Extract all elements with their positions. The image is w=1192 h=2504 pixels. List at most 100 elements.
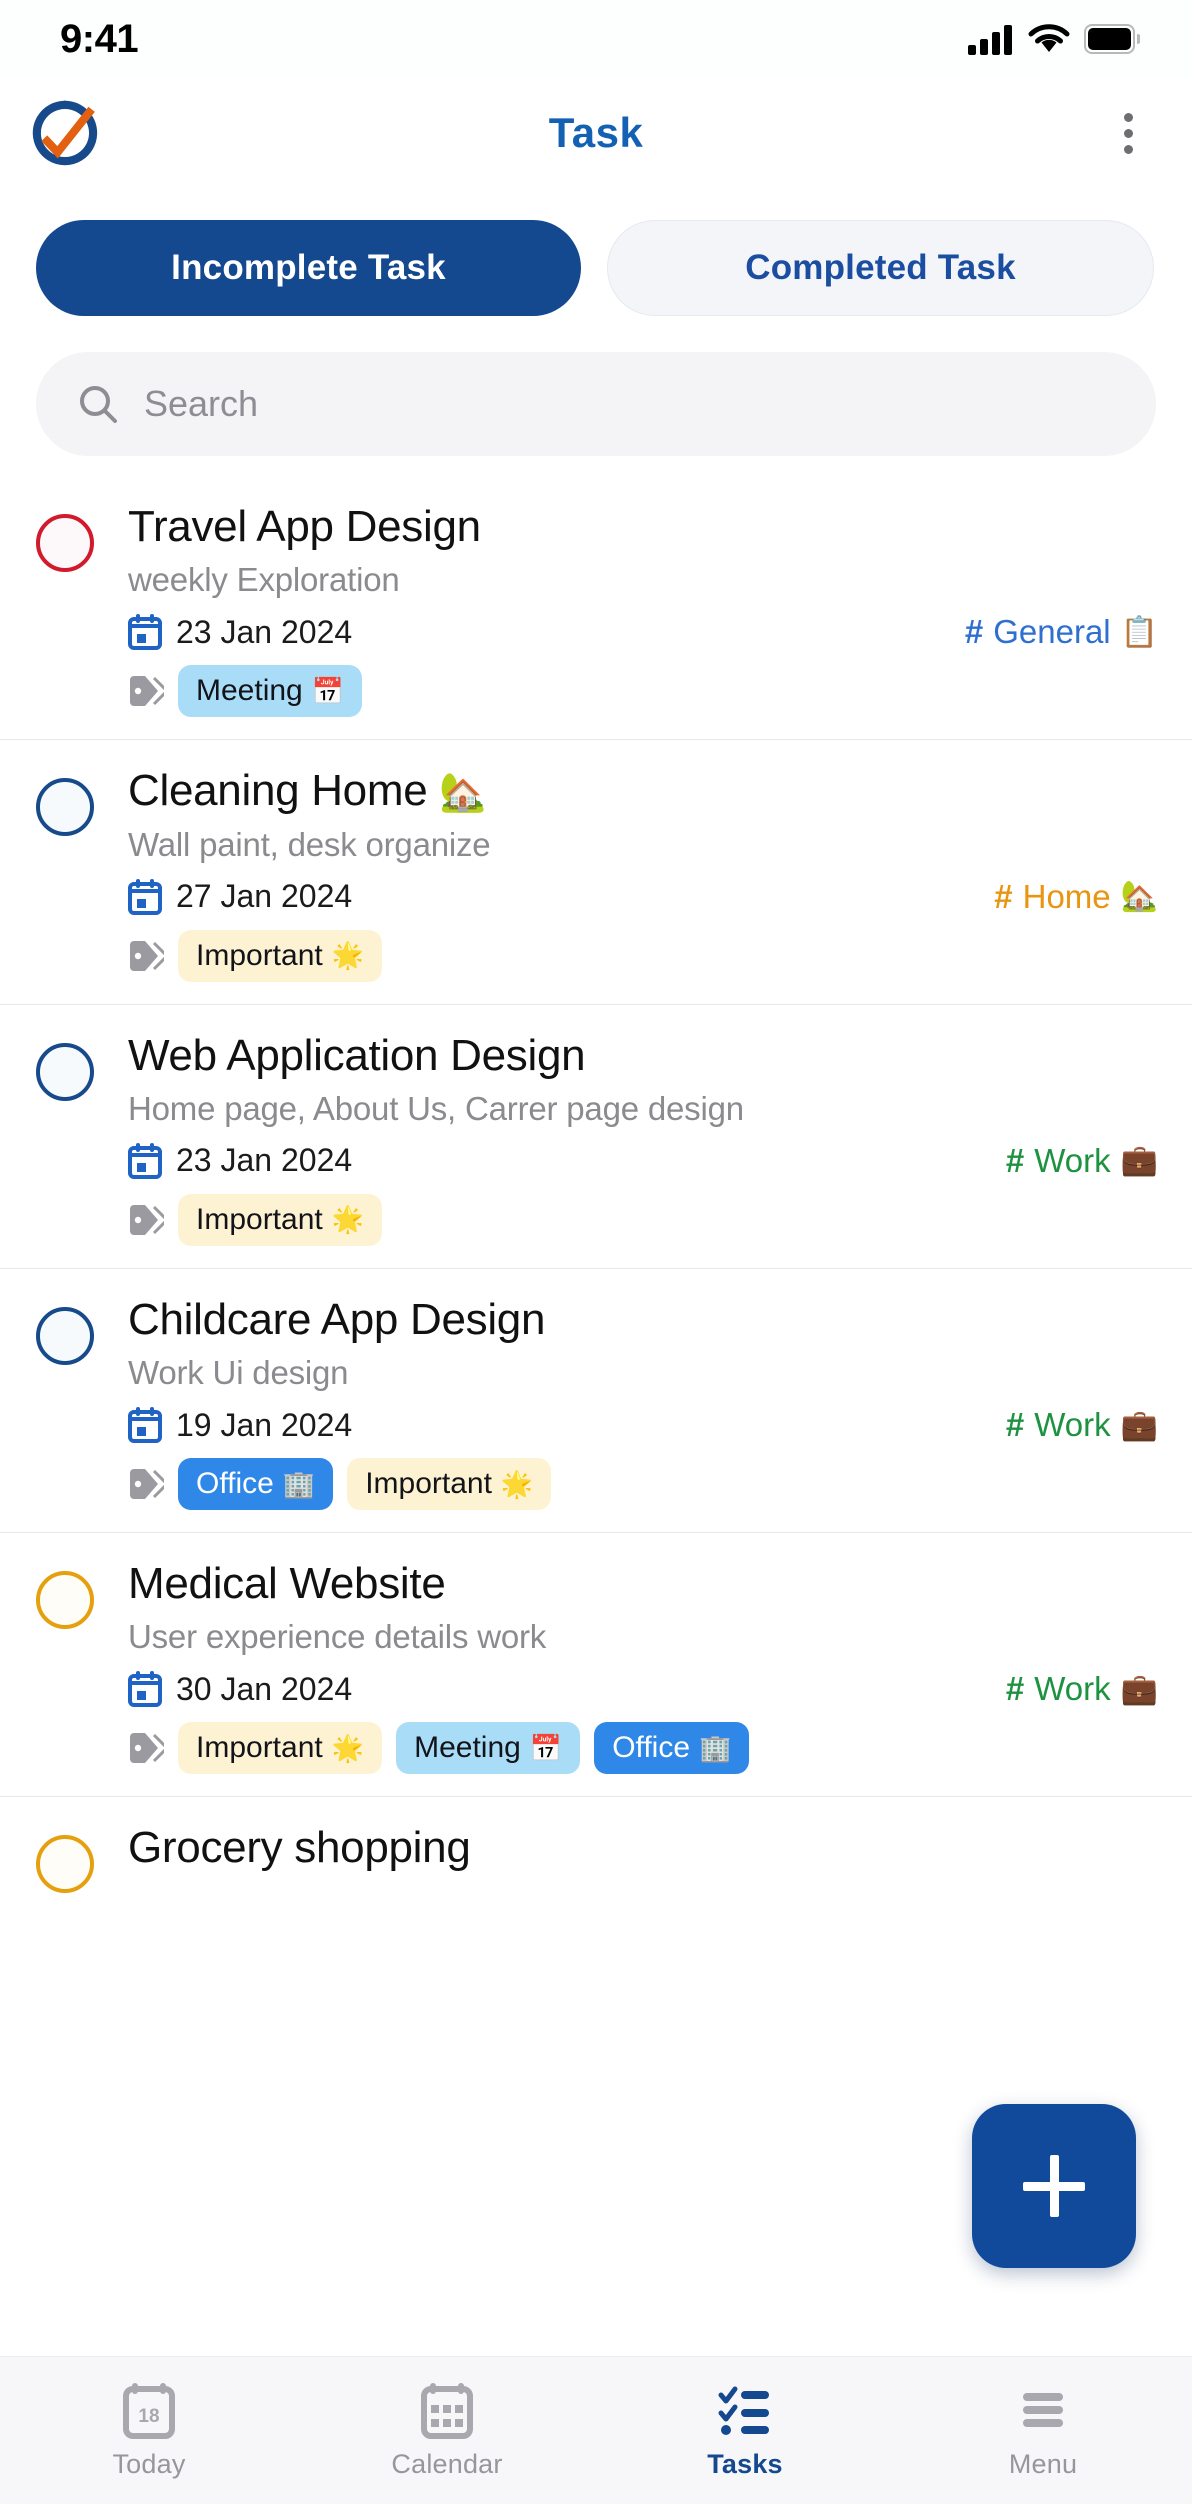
hash-icon: # [964, 613, 984, 651]
task-date-text: 27 Jan 2024 [176, 878, 353, 915]
task-title: Web Application Design [128, 1030, 586, 1080]
hamburger-icon [1023, 2393, 1063, 2427]
task-category-emoji: 💼 [1120, 1408, 1158, 1442]
task-tags: Office 🏢 Important 🌟 [128, 1458, 1158, 1511]
task-category[interactable]: # General 📋 [965, 613, 1158, 651]
task-title-emoji: 🏡 [439, 772, 487, 815]
task-subtitle: Wall paint, desk organize [128, 825, 491, 863]
task-category[interactable]: # Work 💼 [1006, 1142, 1158, 1180]
task-row[interactable]: Grocery shopping [0, 1797, 1192, 1915]
task-title: Travel App Design [128, 502, 481, 551]
task-tags: Meeting 📅 [128, 665, 1158, 718]
search-section: Search [0, 316, 1192, 456]
task-row[interactable]: Medical Website User experience details w… [0, 1533, 1192, 1798]
overflow-menu-button[interactable] [1108, 103, 1148, 163]
nav-item-today[interactable]: 18 Today [0, 2357, 298, 2504]
task-category[interactable]: # Work 💼 [1006, 1406, 1158, 1444]
task-tag-emoji: 🌟 [331, 1732, 365, 1763]
task-tag-chip[interactable]: Important 🌟 [178, 1193, 383, 1246]
tag-icon [130, 940, 164, 971]
task-title: Grocery shopping [128, 1823, 471, 1873]
hash-icon: # [994, 877, 1013, 915]
tab-completed-task[interactable]: Completed Task [607, 220, 1154, 316]
task-category[interactable]: # Work 💼 [1006, 1670, 1158, 1708]
search-input[interactable]: Search [36, 352, 1156, 456]
task-checkbox[interactable] [36, 778, 94, 837]
task-content: Web Application Design Home page, About U… [94, 1031, 1158, 1246]
nav-label-calendar: Calendar [391, 2449, 503, 2479]
app-header: Task [0, 78, 1192, 188]
task-tag-label: Office [196, 1467, 274, 1501]
task-subtitle: User experience details work [128, 1618, 547, 1656]
task-tag-emoji: 📅 [311, 675, 345, 706]
hash-icon: # [1005, 1406, 1025, 1444]
task-title: Medical Website [128, 1559, 446, 1609]
hash-icon: # [1005, 1141, 1025, 1179]
nav-label-menu: Menu [1008, 2449, 1078, 2479]
task-category-label: Work [1034, 1141, 1111, 1179]
tag-icon [130, 1204, 164, 1235]
task-tag-chip[interactable]: Meeting 📅 [178, 665, 363, 718]
nav-label-today: Today [112, 2449, 186, 2479]
task-due-date: 19 Jan 2024 [128, 1407, 352, 1444]
task-checkbox[interactable] [36, 1835, 94, 1894]
task-content: Medical Website User experience details w… [94, 1559, 1158, 1775]
hash-icon: # [1005, 1670, 1025, 1708]
task-category-label: Work [1034, 1670, 1111, 1708]
task-category[interactable]: # Home 🏡 [994, 878, 1158, 916]
task-tag-emoji: 📅 [529, 1732, 563, 1763]
search-icon [80, 386, 117, 423]
task-row[interactable]: Web Application Design Home page, About U… [0, 1005, 1192, 1269]
task-tag-emoji: 🏢 [699, 1732, 732, 1763]
checklist-icon [718, 2386, 769, 2435]
task-due-date: 23 Jan 2024 [128, 614, 352, 651]
task-tag-chip[interactable]: Important 🌟 [178, 1722, 383, 1775]
task-checkbox[interactable] [36, 514, 94, 572]
task-row[interactable]: Childcare App Design Work Ui design 19 Jan… [0, 1269, 1192, 1534]
task-subtitle: Home page, About Us, Carrer page design [128, 1089, 744, 1127]
task-content: Travel App Design weekly Exploration 23 Ja… [94, 502, 1158, 718]
nav-item-calendar[interactable]: Calendar [298, 2357, 596, 2504]
kebab-dot [1123, 112, 1133, 122]
task-tag-label: Important [196, 1202, 323, 1236]
tab-incomplete-task[interactable]: Incomplete Task [36, 220, 581, 316]
task-tag-emoji: 🌟 [500, 1468, 534, 1499]
task-title-row: Childcare App Design [128, 1295, 1158, 1344]
task-tag-chip[interactable]: Important 🌟 [347, 1458, 552, 1511]
task-checkbox[interactable] [36, 1306, 94, 1365]
task-tag-label: Meeting [414, 1731, 521, 1765]
task-tag-chip[interactable]: Important 🌟 [178, 929, 383, 982]
task-title-row: Medical Website [128, 1559, 1158, 1608]
status-bar: 9:41 [0, 0, 1192, 78]
task-tag-label: Important [196, 1731, 323, 1765]
task-date-text: 23 Jan 2024 [176, 1142, 353, 1179]
task-tag-chip[interactable]: Office 🏢 [594, 1722, 750, 1775]
task-category-label: Work [1034, 1406, 1111, 1444]
nav-item-tasks[interactable]: Tasks [596, 2357, 894, 2504]
task-meta-row: 30 Jan 2024 # Work 💼 [128, 1670, 1158, 1708]
task-content: Grocery shopping [94, 1823, 1158, 1893]
task-checkbox[interactable] [36, 1571, 94, 1630]
calendar-icon [128, 614, 162, 651]
nav-item-menu[interactable]: Menu [894, 2357, 1192, 2504]
tag-icon [130, 1733, 164, 1764]
calendar-grid-icon [421, 2383, 473, 2439]
task-row[interactable]: Cleaning Home 🏡 Wall paint, desk organize 2… [0, 740, 1192, 1005]
cellular-signal-icon [968, 25, 1012, 55]
battery-icon [1084, 24, 1140, 54]
task-list: Travel App Design weekly Exploration 23 Ja… [0, 476, 1192, 1915]
app-logo [32, 100, 98, 166]
task-tags: Important 🌟 [128, 1193, 1158, 1246]
task-category-emoji: 📋 [1120, 615, 1158, 649]
task-due-date: 27 Jan 2024 [128, 878, 352, 915]
task-checkbox[interactable] [36, 1042, 94, 1101]
tag-icon [130, 1469, 164, 1500]
add-task-button[interactable] [972, 2104, 1136, 2268]
task-row[interactable]: Travel App Design weekly Exploration 23 Ja… [0, 476, 1192, 741]
status-time: 9:41 [60, 16, 139, 61]
task-date-text: 19 Jan 2024 [176, 1406, 353, 1443]
task-tag-chip[interactable]: Meeting 📅 [396, 1722, 581, 1775]
task-tag-label: Important [196, 938, 323, 972]
task-tag-label: Office [612, 1731, 691, 1765]
task-tag-chip[interactable]: Office 🏢 [178, 1458, 334, 1511]
